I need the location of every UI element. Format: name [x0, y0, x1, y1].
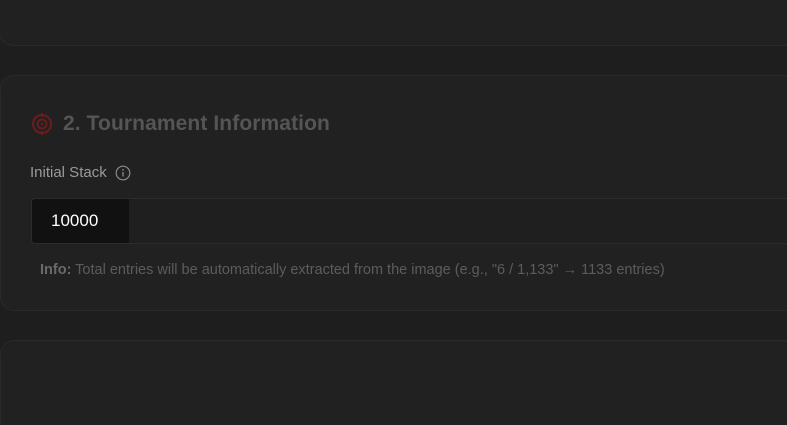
initial-stack-field-container — [31, 198, 787, 244]
initial-stack-label-row: Initial Stack — [30, 164, 131, 181]
target-icon — [31, 113, 53, 135]
initial-stack-label: Initial Stack — [30, 164, 107, 181]
initial-stack-input[interactable] — [32, 199, 129, 243]
info-icon[interactable] — [115, 165, 131, 181]
tournament-information-card: 2. Tournament Information Initial Stack … — [0, 75, 787, 311]
section-title: 2. Tournament Information — [63, 112, 330, 135]
info-note-text: Total entries will be automatically extr… — [71, 262, 665, 278]
next-section-card — [0, 340, 787, 425]
info-note-prefix: Info: — [40, 262, 72, 278]
page: 2. Tournament Information Initial Stack … — [0, 0, 787, 425]
section-header: 2. Tournament Information — [31, 112, 330, 136]
info-note: Info: Total entries will be automaticall… — [40, 262, 665, 278]
previous-section-card — [0, 0, 787, 46]
